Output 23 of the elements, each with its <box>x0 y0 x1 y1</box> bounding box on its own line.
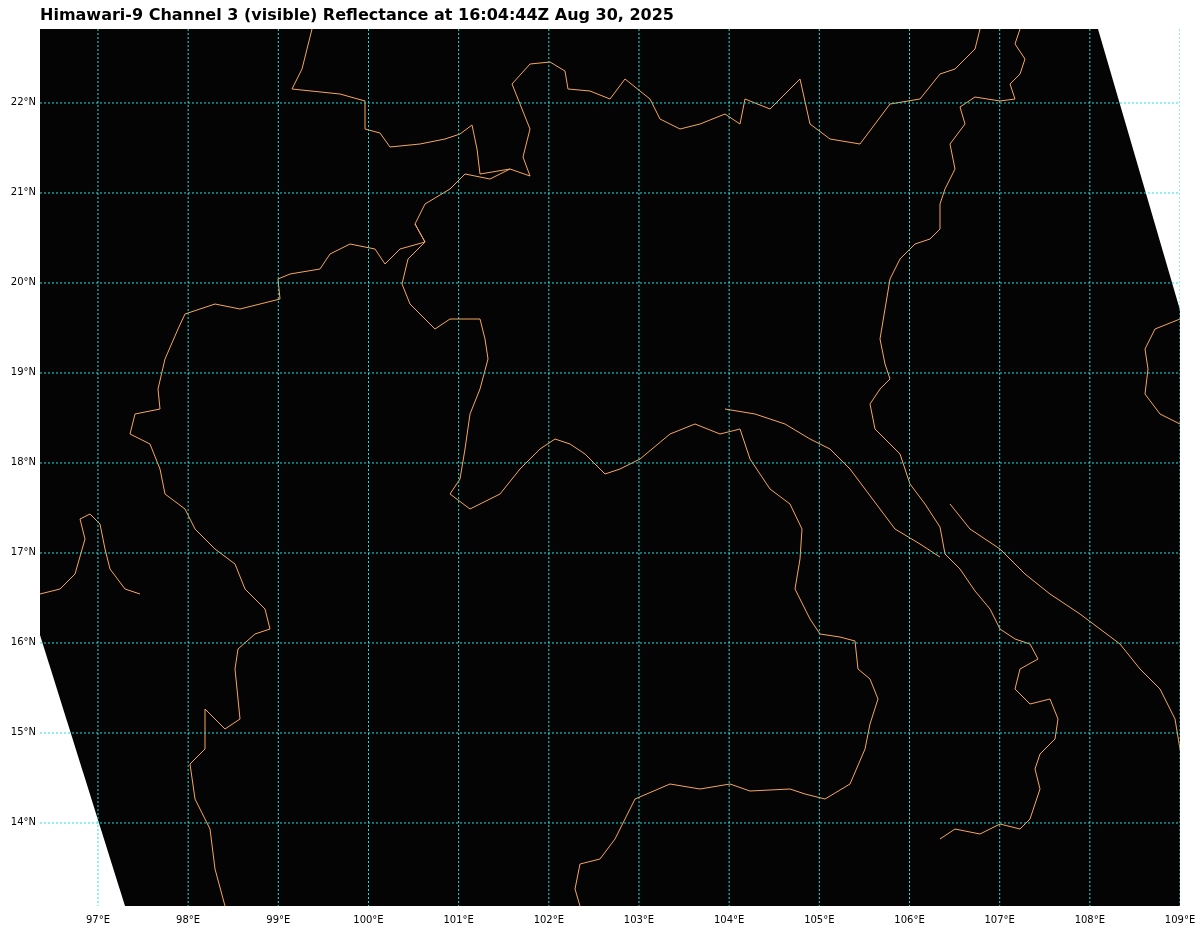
latitude-label: 15°N <box>9 726 36 737</box>
map-title: Himawari-9 Channel 3 (visible) Reflectance at 16:04:44Z Aug 30, 2025 <box>40 6 674 23</box>
longitude-label: 103°E <box>622 915 656 925</box>
longitude-label: 106°E <box>893 915 926 925</box>
longitude-label: 101°E <box>442 915 475 925</box>
longitude-label: 109°E <box>1163 915 1197 925</box>
latitude-label: 21°N <box>9 186 36 197</box>
longitude-label: 104°E <box>712 915 746 925</box>
longitude-label: 100°E <box>352 915 385 925</box>
latitude-label: 22°N <box>9 96 36 107</box>
longitude-label: 97°E <box>84 915 111 925</box>
latitude-label: 20°N <box>9 276 36 287</box>
latitude-label: 16°N <box>9 636 36 647</box>
longitude-label: 108°E <box>1073 915 1107 925</box>
latitude-label: 17°N <box>9 546 36 557</box>
latitude-label: 14°N <box>9 816 36 827</box>
longitude-label: 98°E <box>175 915 202 925</box>
longitude-label: 102°E <box>532 915 566 925</box>
latitude-label: 19°N <box>9 366 36 377</box>
latitude-label: 18°N <box>9 456 36 467</box>
longitude-label: 105°E <box>803 915 836 925</box>
longitude-label: 107°E <box>983 915 1016 925</box>
longitude-label: 99°E <box>265 915 292 925</box>
